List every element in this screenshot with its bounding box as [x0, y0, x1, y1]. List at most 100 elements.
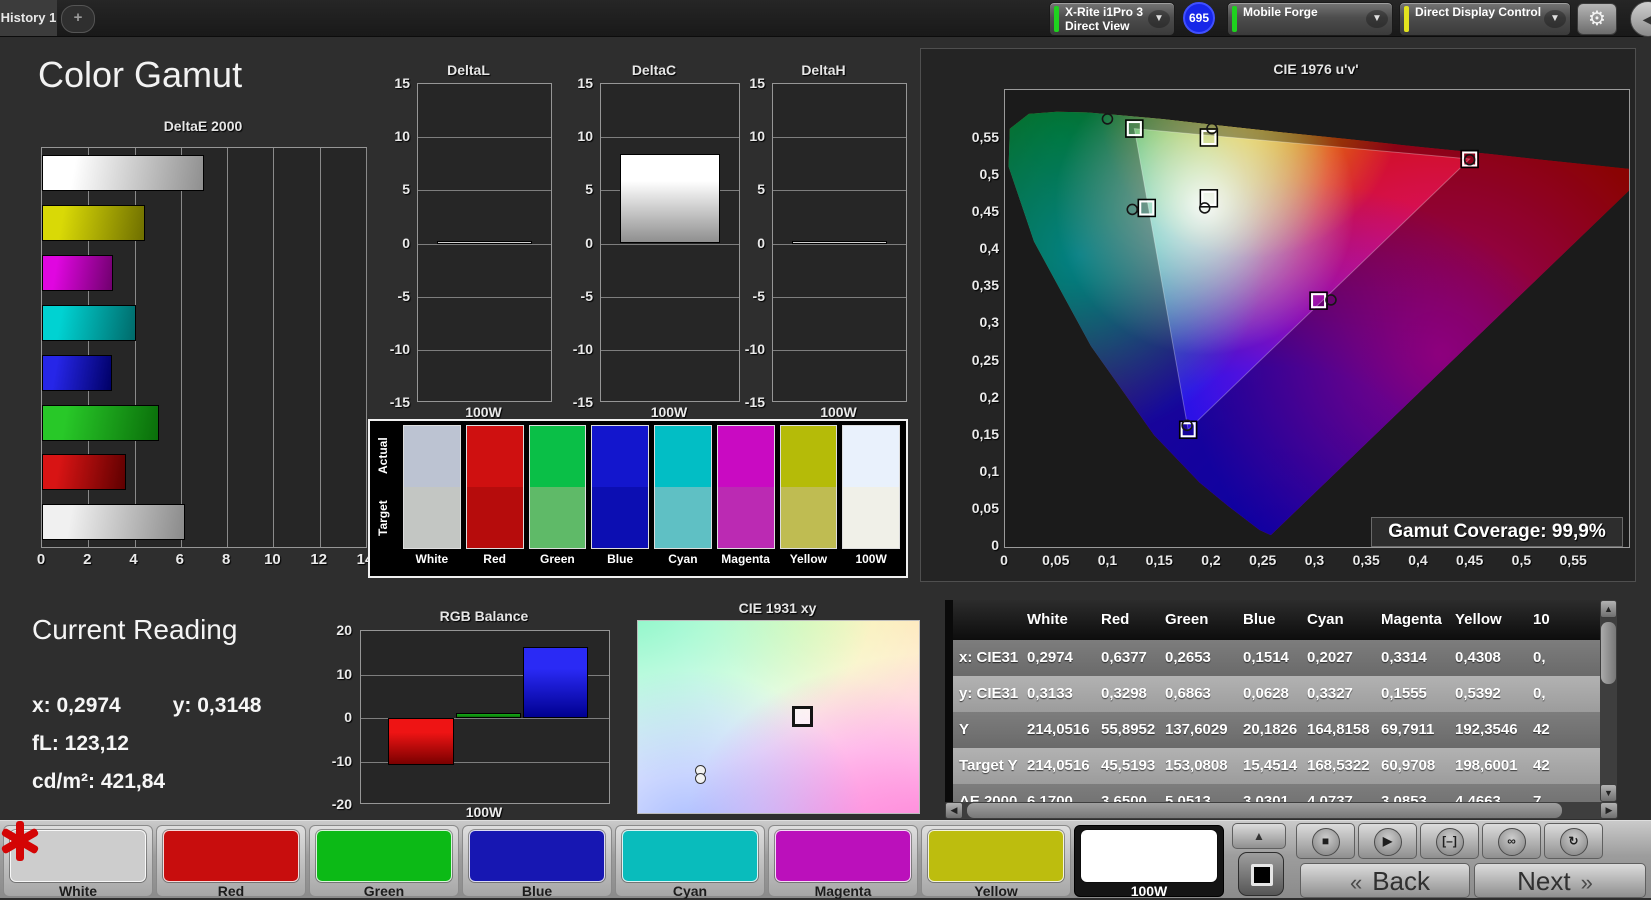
strip-column-white: White: [403, 425, 461, 572]
y-tick-label: 15: [577, 75, 593, 91]
patch-button-magenta[interactable]: Magenta: [768, 825, 918, 899]
patch-swatch-magenta: [775, 830, 911, 882]
table-horizontal-scrollbar[interactable]: ◀ ▶: [945, 802, 1618, 819]
gridline: [773, 190, 906, 192]
y-tick-label: 0: [585, 234, 593, 251]
pattern-source-dropdown[interactable]: Mobile Forge ▼: [1227, 2, 1393, 36]
y-tick-label: 0,5: [979, 166, 999, 183]
y-tick-label: -5: [752, 287, 765, 304]
step-button[interactable]: [–]: [1420, 823, 1479, 859]
table-value-cell: 5,0513: [1165, 793, 1211, 802]
display-control-label: Direct Display Control: [1415, 5, 1542, 19]
patch-swatch-red: [163, 830, 299, 882]
table-value-cell: 4,0737: [1307, 793, 1353, 802]
deltac-chart-plot: [600, 83, 740, 402]
collapse-panel-button[interactable]: ◀: [1630, 1, 1651, 37]
table-value-cell: 7: [1533, 793, 1542, 802]
horizontal-scroll-thumb[interactable]: [967, 803, 1562, 818]
loop-icon: ∞: [1497, 828, 1526, 856]
y-tick-label: 0,45: [971, 203, 999, 220]
target-swatch-white: [403, 487, 461, 549]
deltal-x-label: 100W: [465, 404, 502, 420]
deltac-y-axis: 15 10 5 0 -5 -10 -15: [563, 75, 597, 410]
cie1976-x-axis: 0 0,05 0,1 0,15 0,2 0,25 0,3 0,35 0,4 0,45 0,5 0,55: [1000, 552, 1628, 570]
table-value-cell: 153,0808: [1165, 757, 1228, 774]
scroll-left-button[interactable]: ◀: [945, 802, 963, 819]
table-value-cell: 0,2974: [1027, 649, 1073, 666]
patch-button-blue[interactable]: Blue: [462, 825, 612, 899]
table-value-cell: 0,: [1533, 685, 1546, 702]
display-control-dropdown[interactable]: Direct Display Control ▼: [1399, 2, 1571, 36]
rgb-balance-title: RGB Balance: [439, 608, 529, 624]
back-button[interactable]: «Back: [1300, 863, 1470, 898]
table-value-cell: 0,4308: [1455, 649, 1501, 666]
chevron-down-icon: ▼: [1544, 10, 1566, 28]
vertical-scroll-thumb[interactable]: [1601, 622, 1616, 684]
loop-button[interactable]: ∞: [1482, 823, 1541, 859]
meter-dropdown[interactable]: X-Rite i1Pro 3 Direct View ▼: [1049, 2, 1175, 36]
pattern-toolbar: White Red Green Blue Cyan Magenta Yellow 100W ▲…: [0, 820, 1651, 899]
gear-icon: ⚙: [1588, 8, 1606, 30]
stop-button[interactable]: ■: [1296, 823, 1355, 859]
row-label-cell: x: CIE31: [959, 649, 1019, 666]
rgb-balance-y-axis: 20 10 0 -10 -20: [322, 622, 356, 812]
x-tick-label: 2: [83, 551, 92, 568]
scroll-up-button[interactable]: ▲: [1600, 600, 1617, 618]
deltah-chart-plot: [772, 83, 907, 402]
deltae-bar-white: [42, 504, 185, 541]
table-header-row: White Red Green Blue Cyan Magenta Yellow 10: [953, 600, 1606, 640]
patch-swatch-100w: [1081, 830, 1217, 882]
next-button[interactable]: Next»: [1474, 863, 1646, 898]
y-tick-label: -10: [331, 752, 352, 769]
window-pattern-button[interactable]: [1238, 852, 1284, 896]
x-tick-label: 0,25: [1249, 552, 1277, 568]
cie1976-plot: [1004, 89, 1650, 548]
add-tab-button[interactable]: +: [61, 5, 95, 33]
expand-toolbar-button[interactable]: ▲: [1232, 823, 1286, 849]
scroll-down-button[interactable]: ▼: [1600, 784, 1617, 802]
table-vertical-scrollbar[interactable]: ▲ ▼: [1600, 600, 1617, 802]
refresh-button[interactable]: ↻: [1544, 823, 1603, 859]
y-tick-label: 10: [394, 128, 410, 145]
patch-button-red[interactable]: Red: [156, 825, 306, 899]
deltae-bar-cyan: [42, 304, 137, 341]
table-row-y-cie31: y: CIE31 0,3133 0,3298 0,6863 0,0628 0,3327 0,…: [953, 676, 1606, 712]
deltac-chart-title: DeltaC: [631, 62, 677, 78]
strip-column-label: Yellow: [789, 552, 828, 566]
deltac-x-label: 100W: [650, 404, 688, 420]
scroll-right-button[interactable]: ▶: [1600, 802, 1618, 819]
patch-button-cyan[interactable]: Cyan: [615, 825, 765, 899]
target-swatch-red: [465, 487, 524, 549]
arrow-right-icon: ▶: [1605, 805, 1613, 815]
gridline: [418, 137, 551, 139]
y-tick-label: 20: [336, 622, 352, 638]
y-tick-label: 0: [757, 234, 765, 251]
page-title: Color Gamut: [38, 54, 243, 95]
actual-swatch-red: [465, 425, 524, 487]
chevron-left-icon: «: [1349, 870, 1363, 895]
x-tick-label: 0: [36, 551, 46, 568]
actual-swatch-magenta: [716, 425, 775, 487]
patch-button-yellow[interactable]: Yellow: [921, 825, 1071, 899]
y-tick-label: 0,25: [971, 351, 999, 368]
settings-button[interactable]: ⚙: [1577, 3, 1617, 35]
patch-swatch-blue: [469, 830, 605, 882]
target-swatch-magenta: [716, 487, 775, 549]
strip-column-label: Cyan: [668, 552, 698, 566]
patch-button-green[interactable]: Green: [309, 825, 459, 899]
x-tick-label: 0,3: [1304, 552, 1325, 568]
deltae-bar-yellow: [42, 204, 146, 241]
patch-button-100w[interactable]: 100W: [1074, 825, 1224, 899]
x-tick-label: 0,35: [1352, 552, 1380, 568]
deltae-bar-red: [42, 454, 127, 491]
cie1931-measured-marker: [694, 772, 706, 784]
row-label-cell: y: CIE31: [959, 685, 1019, 702]
table-value-cell: 0,3314: [1381, 649, 1427, 666]
y-tick-label: -5: [397, 287, 410, 304]
row-label-cell: ΔE 2000: [959, 793, 1018, 802]
cie1976-panel: CIE 1976 u'v' 0 0,05 0,1 0,15 0,2 0,25 0…: [920, 48, 1650, 582]
tab-history-1[interactable]: History 1: [0, 0, 57, 36]
chevron-right-icon: »: [1580, 870, 1593, 895]
meter-status-indicator: [1054, 6, 1059, 32]
play-button[interactable]: ▶: [1358, 823, 1417, 859]
